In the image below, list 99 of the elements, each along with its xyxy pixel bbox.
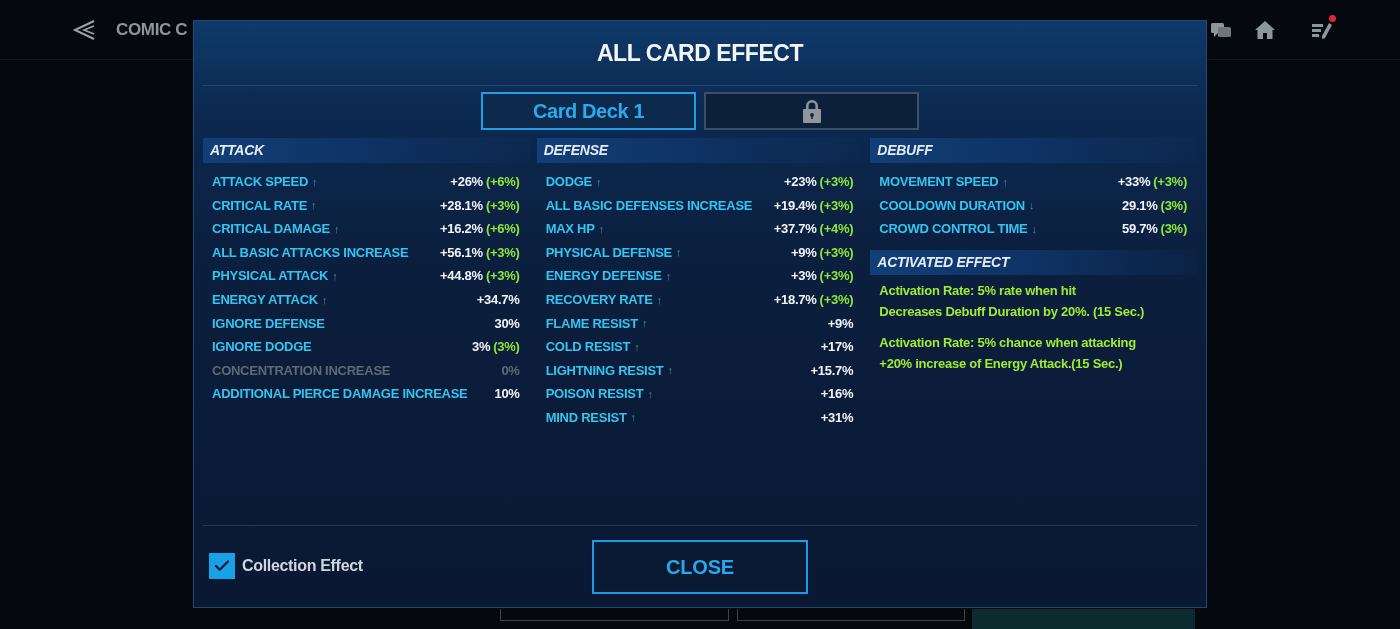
bonus-value: (+3%) [819,267,854,286]
stat-label: LIGHTNING RESIST [545,361,664,380]
stat-label: IGNORE DEFENSE [212,314,325,333]
stat-label: ENERGY ATTACK [212,291,318,309]
bonus-value: (+3%) [485,243,520,262]
bonus-value: (+3%) [485,196,520,215]
stat-label: MIND RESIST [545,409,627,427]
stat-label: CROWD CONTROL TIME [879,220,1028,239]
stat-value: +19.4% [773,196,817,215]
stat-value: +44.8% [440,267,483,286]
trend-arrow: ↑ [676,245,682,261]
bonus-value: (+6%) [485,220,520,239]
stat-label: CRITICAL RATE [212,196,308,215]
bonus-value: (3%) [493,338,520,357]
trend-arrow: ↑ [311,198,317,214]
effect-description: +20% increase of Energy Attack.(15 Sec.) [879,354,1123,373]
stat-value: +31% [820,409,854,427]
stat-label: ALL BASIC DEFENSES INCREASE [545,196,753,215]
section-header: DEBUFF [870,138,1197,163]
stat-label: COOLDOWN DURATION [879,196,1025,215]
stat-label: RECOVERY RATE [545,291,653,309]
stat-label: CRITICAL DAMAGE [212,220,330,239]
checkbox-label: Collection Effect [242,556,363,576]
stat-value: +3% [790,267,817,286]
stat-label: FLAME RESIST [545,314,638,333]
effect-description: Decreases Debuff Duration by 20%. (15 Sec.) [879,302,1145,321]
trend-arrow: ↑ [333,221,340,237]
stat-value: +17% [820,338,854,357]
bonus-value: (3%) [1160,220,1187,239]
trend-arrow: ↑ [665,268,671,284]
stat-value: 10% [494,385,520,404]
bonus-value: (+4%) [819,220,854,239]
home-icon[interactable] [1254,19,1276,40]
trend-arrow: ↑ [332,268,338,284]
bonus-value: (+3%) [819,173,854,192]
bonus-value: (+3%) [1153,173,1187,192]
stat-label: PHYSICAL ATTACK [212,267,329,286]
locked-tab[interactable] [704,92,919,130]
section-header: DEFENSE [536,138,864,163]
stat-label: ALL BASIC ATTACKS INCREASE [212,243,409,262]
stat-value: +56.1% [440,243,483,262]
dialog-title: ALL CARD EFFECT [596,38,804,68]
stat-value: 0% [501,361,520,380]
stat-value: +16% [820,385,854,404]
stat-label: POISON RESIST [545,385,644,404]
bonus-value: (+3%) [819,291,854,309]
trend-arrow: ↑ [656,292,662,308]
effect-trigger: Activation Rate: 5% rate when hit [879,281,1076,300]
trend-arrow: ↑ [1002,174,1008,190]
trend-arrow: ↑ [630,410,636,426]
trend-arrow: ↑ [634,339,640,355]
trend-arrow: ↑ [647,386,653,402]
stat-value: +15.7% [810,361,854,380]
stat-label: DODGE [545,173,593,192]
stat-label: CONCENTRATION INCREASE [212,361,391,380]
section-header: ACTIVATED EFFECT [870,249,1197,275]
bonus-value: (3%) [1160,196,1187,215]
stat-value: +34.7% [476,291,520,309]
stat-value: +9% [827,314,854,333]
stat-value: +9% [790,243,817,262]
trend-arrow: ↑ [321,292,328,308]
stat-label: COLD RESIST [545,338,631,357]
section-header: ATTACK [203,138,530,163]
stat-value: +37.7% [773,220,817,239]
stat-label: ATTACK SPEED [212,173,309,192]
stat-value: 29.1% [1122,196,1158,215]
stat-value: +23% [784,173,817,192]
stat-value: +26% [450,173,483,192]
stat-value: 3% [471,338,491,357]
stat-label: IGNORE DODGE [212,338,312,357]
bonus-value: (+6%) [485,173,520,192]
trend-arrow: ↑ [598,221,604,237]
stat-label: ENERGY DEFENSE [545,267,662,286]
stat-label: ADDITIONAL PIERCE DAMAGE INCREASE [212,385,468,404]
checkbox[interactable] [209,553,235,579]
stat-label: MAX HP [545,220,595,239]
bonus-value: (+3%) [819,243,854,262]
stat-value: 30% [494,314,520,333]
stat-value: +28.1% [440,196,483,215]
close-button[interactable]: CLOSE [592,539,808,594]
trend-arrow: ↑ [312,174,318,190]
bonus-value: (+3%) [485,267,520,286]
deck-tab[interactable]: Card Deck 1 [481,92,696,130]
trend-arrow: ↓ [1031,221,1037,237]
stat-value: 59.7% [1122,220,1158,239]
stat-value: +18.7% [773,291,817,309]
effect-trigger: Activation Rate: 5% chance when attacking [879,333,1136,352]
stat-label: MOVEMENT SPEED [879,173,999,192]
stat-value: +16.2% [440,220,483,239]
trend-arrow: ↑ [596,174,602,190]
screen-title: COMIC C [116,18,188,41]
trend-arrow: ↑ [641,316,648,332]
trend-arrow: ↓ [1028,198,1035,214]
back-icon[interactable] [72,18,96,41]
bonus-value: (+3%) [819,196,854,215]
lock-icon [801,99,822,123]
stat-value: +33% [1117,173,1151,192]
stat-label: PHYSICAL DEFENSE [545,243,672,262]
trend-arrow: ↑ [667,363,673,379]
